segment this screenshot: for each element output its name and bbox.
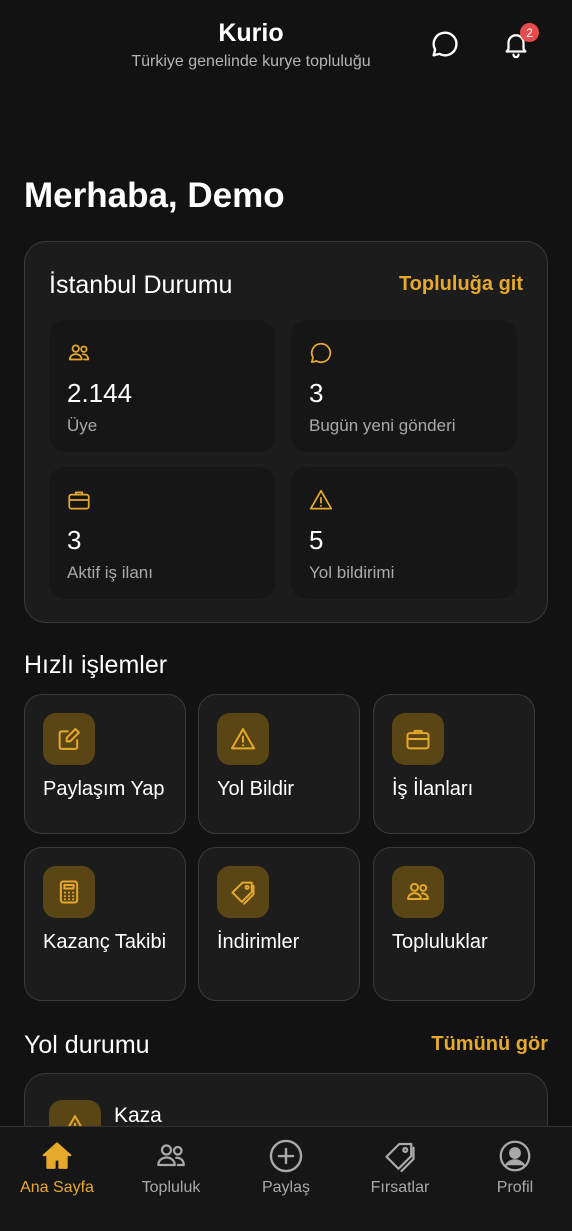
quick-action-icon-box [43, 866, 95, 918]
greeting: Merhaba, Demo [24, 176, 285, 215]
notification-badge: 2 [520, 23, 539, 42]
profile-icon [499, 1140, 531, 1172]
tag-icon [385, 1142, 415, 1173]
quick-actions-title: Hızlı işlemler [24, 651, 168, 679]
quick-action-label: İş İlanları [392, 778, 474, 800]
road-report-title: Kaza [114, 1104, 162, 1127]
quick-action-label: İndirimler [217, 931, 300, 953]
nav-label: Profil [496, 1179, 534, 1196]
nav-community[interactable]: Topluluk [114, 1127, 228, 1231]
stat-label: Aktif iş ilanı [67, 563, 153, 582]
go-to-community-link[interactable]: Topluluğa git [399, 273, 523, 296]
quick-action-jobs[interactable]: İş İlanları [373, 694, 535, 834]
quick-action-label: Kazanç Takibi [43, 931, 167, 953]
quick-action-icon-box [217, 866, 269, 918]
road-status-title: Yol durumu [24, 1031, 150, 1059]
stat-road-reports: 5 Yol bildirimi [291, 467, 517, 599]
stat-active-jobs: 3 Aktif iş ilanı [49, 467, 275, 599]
nav-profile[interactable]: Profil [458, 1127, 572, 1231]
nav-share[interactable]: Paylaş [229, 1127, 343, 1231]
nav-icon-wrap [114, 1136, 228, 1176]
stat-value: 3 [67, 525, 82, 555]
stat-value: 5 [309, 525, 324, 555]
stat-new-posts: 3 Bugün yeni gönderi [291, 320, 517, 452]
nav-icon-wrap [0, 1136, 114, 1176]
nav-home[interactable]: Ana Sayfa [0, 1127, 114, 1231]
nav-label: Paylaş [261, 1179, 311, 1196]
stat-label: Üye [67, 416, 98, 435]
quick-action-label: Topluluklar [392, 931, 488, 953]
quick-action-icon-box [217, 713, 269, 765]
bottom-nav: Ana Sayfa Topluluk Paylaş Fırsatlar Prof… [0, 1126, 572, 1231]
nav-opportunities[interactable]: Fırsatlar [343, 1127, 457, 1231]
messages-button[interactable] [428, 27, 462, 61]
nav-icon-wrap [343, 1136, 457, 1176]
quick-action-share[interactable]: Paylaşım Yap [24, 694, 186, 834]
users-icon [407, 882, 429, 900]
stat-value: 3 [309, 378, 324, 408]
users-icon [157, 1144, 185, 1167]
app-header: Kurio Türkiye genelinde kurye topluluğu … [0, 0, 572, 110]
home-icon [42, 1142, 72, 1169]
briefcase-icon [68, 491, 90, 510]
quick-action-icon-box [43, 713, 95, 765]
city-status-title: İstanbul Durumu [49, 271, 233, 299]
quick-action-communities[interactable]: Topluluklar [373, 847, 535, 1001]
quick-action-report-road[interactable]: Yol Bildir [198, 694, 360, 834]
warning-icon [309, 489, 333, 510]
calculator-icon [59, 880, 79, 904]
nav-icon-wrap [229, 1136, 343, 1176]
quick-action-icon-box [392, 866, 444, 918]
quick-action-earnings[interactable]: Kazanç Takibi [24, 847, 186, 1001]
quick-action-discounts[interactable]: İndirimler [198, 847, 360, 1001]
users-icon [68, 344, 90, 361]
quick-action-label: Paylaşım Yap [43, 778, 165, 800]
nav-label: Topluluk [141, 1179, 201, 1196]
nav-label: Ana Sayfa [20, 1179, 94, 1196]
stat-label: Bugün yeni gönderi [309, 416, 456, 435]
app-subtitle: Türkiye genelinde kurye topluluğu [131, 53, 371, 70]
quick-action-label: Yol Bildir [217, 778, 295, 800]
see-all-link[interactable]: Tümünü gör [431, 1033, 548, 1056]
warning-icon [230, 728, 256, 750]
nav-label: Fırsatlar [370, 1179, 430, 1196]
tag-icon [231, 881, 255, 905]
briefcase-icon [406, 729, 430, 750]
stat-value: 2.144 [67, 378, 133, 408]
city-status-card: İstanbul Durumu Topluluğa git 2.144 Üye … [24, 241, 548, 623]
chat-icon [432, 31, 458, 57]
stat-label: Yol bildirimi [309, 563, 395, 582]
plus-circle-icon [269, 1139, 303, 1173]
stat-members: 2.144 Üye [49, 320, 275, 452]
quick-action-icon-box [392, 713, 444, 765]
edit-icon [58, 728, 80, 750]
nav-icon-wrap [458, 1136, 572, 1176]
app-title: Kurio [218, 19, 284, 47]
chat-icon [310, 342, 332, 364]
